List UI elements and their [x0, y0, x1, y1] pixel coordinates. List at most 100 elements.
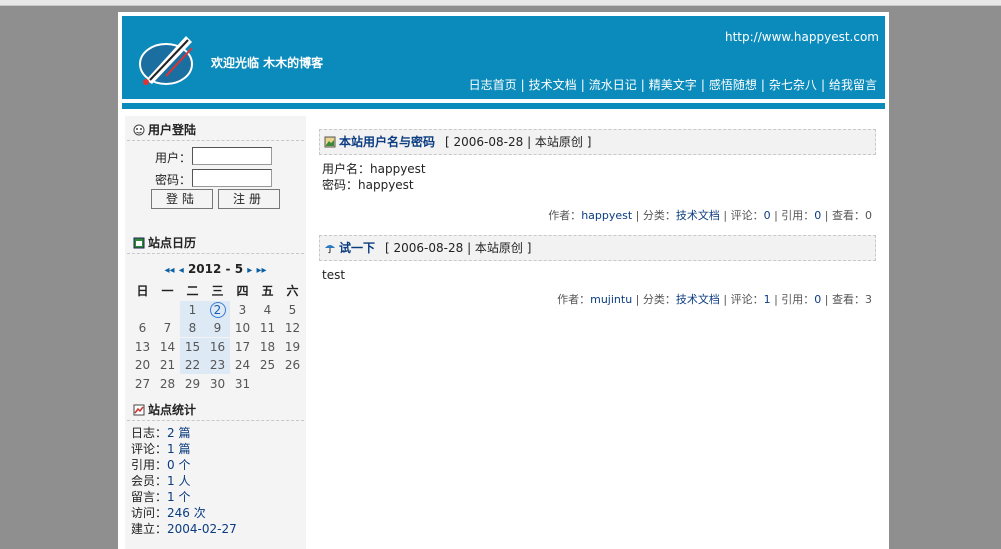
calendar-day: 11	[259, 321, 276, 335]
post-trackbacks-count[interactable]: 0	[814, 209, 821, 222]
username-input[interactable]	[192, 147, 272, 165]
weekday-header: 三	[211, 284, 224, 298]
post-category-link[interactable]: 技术文档	[676, 209, 720, 222]
login-title: 用户登陆	[127, 120, 304, 141]
stats-label: 留言：	[131, 490, 168, 504]
calendar-day: 3	[238, 302, 247, 317]
stats-item: 评论：1 篇	[131, 441, 306, 457]
calendar-day[interactable]: 1	[180, 300, 205, 319]
username-label: 用户：	[155, 151, 192, 165]
calendar-day[interactable]: 9	[205, 319, 230, 337]
post-footer: 作者：mujintu | 分类：技术文档 | 评论：1 | 引用：0 | 查看：…	[557, 293, 872, 306]
post-body: 用户名：happyest 密码：happyest	[319, 155, 876, 193]
post-author-link[interactable]: mujintu	[590, 293, 632, 306]
nav-diary[interactable]: 流水日记	[589, 78, 637, 92]
post: 本站用户名与密码 [ 2006-08-28 | 本站原创 ] 用户名：happyes…	[319, 129, 876, 223]
stats-item: 留言：1 个	[131, 489, 306, 505]
calendar-day: 4	[263, 302, 272, 317]
stats-label: 建立：	[131, 522, 168, 536]
next-month-button[interactable]: ▸	[247, 265, 252, 276]
post-title[interactable]: 试一下	[339, 241, 375, 255]
stats-item: 建立：2004-02-27	[131, 521, 306, 537]
calendar-day: 21	[159, 358, 176, 372]
stats-label: 会员：	[131, 474, 168, 488]
password-label: 密码：	[155, 173, 192, 187]
post-comments-count[interactable]: 1	[764, 293, 771, 306]
nav-home[interactable]: 日志首页	[469, 78, 517, 92]
post: 试一下 [ 2006-08-28 | 本站原创 ] test 作者：mujintu |…	[319, 235, 876, 307]
calendar-day[interactable]: 2	[205, 300, 230, 319]
post-comments-count[interactable]: 0	[764, 209, 771, 222]
nav-writings[interactable]: 精美文字	[649, 78, 697, 92]
image-post-icon	[324, 136, 336, 148]
stats-label: 引用：	[131, 458, 168, 472]
user-login-icon	[133, 124, 145, 136]
sidebar: 用户登陆 用户： 密码： 登陆 注册 站点日历 ◂◂ ◂ 2012 - 5 ▸ …	[125, 116, 306, 549]
site-url[interactable]: http://www.happyest.com	[725, 30, 879, 44]
quill-logo-icon	[139, 36, 193, 85]
post-list: 本站用户名与密码 [ 2006-08-28 | 本站原创 ] 用户名：happyes…	[319, 129, 876, 319]
stats-item: 会员：1 人	[131, 473, 306, 489]
calendar-day: 12	[284, 321, 301, 335]
prev-month-button[interactable]: ◂	[179, 265, 184, 276]
weekday-header: 一	[161, 284, 174, 298]
post-views-count: 0	[865, 209, 872, 222]
calendar-day[interactable]: 23	[205, 356, 230, 374]
next-year-button[interactable]: ▸▸	[256, 265, 266, 276]
post-author-link[interactable]: happyest	[581, 209, 632, 222]
post-footer: 作者：happyest | 分类：技术文档 | 评论：0 | 引用：0 | 查看…	[548, 209, 872, 222]
stats-value: 2004-02-27	[167, 522, 237, 536]
calendar-day: 25	[259, 358, 276, 372]
calendar-day: 19	[284, 339, 301, 354]
post-trackbacks-count[interactable]: 0	[814, 293, 821, 306]
browser-top-strip	[0, 0, 1001, 6]
comments-label: 评论：	[730, 209, 764, 222]
post-body-line: 密码：happyest	[322, 178, 414, 192]
stats-value: 246 次	[167, 506, 206, 520]
stats-label: 评论：	[131, 442, 168, 456]
weekday-header: 二	[186, 284, 199, 298]
calendar-day: 24	[234, 358, 251, 372]
nav-guestbook[interactable]: 给我留言	[829, 78, 877, 92]
calendar-day: 7	[163, 321, 172, 335]
calendar-icon	[133, 237, 145, 249]
calendar-day[interactable]: 15	[180, 337, 205, 356]
calendar-month-label: 2012 - 5	[187, 262, 244, 276]
calendar-day[interactable]: 8	[180, 319, 205, 337]
header: 欢迎光临 木木的博客 http://www.happyest.com 日志首页 |…	[122, 16, 885, 99]
nav-thoughts[interactable]: 感悟随想	[709, 78, 757, 92]
post-title[interactable]: 本站用户名与密码	[339, 135, 435, 149]
login-button[interactable]: 登陆	[151, 189, 213, 209]
welcome-text: 欢迎光临 木木的博客	[211, 56, 324, 70]
stats-value: 2 篇	[167, 426, 191, 440]
calendar-day[interactable]: 22	[180, 356, 205, 374]
calendar-day: 17	[234, 339, 251, 354]
stats-title: 站点统计	[127, 400, 304, 421]
calendar-day: 5	[288, 302, 297, 317]
prev-year-button[interactable]: ◂◂	[165, 265, 175, 276]
post-body: test	[319, 261, 876, 283]
calendar-title: 站点日历	[127, 233, 304, 254]
stats-label: 日志：	[131, 426, 168, 440]
stats-value: 1 个	[167, 490, 191, 504]
calendar-day: 20	[134, 358, 151, 372]
post-body-line: test	[322, 268, 346, 282]
register-button[interactable]: 注册	[218, 189, 280, 209]
password-input[interactable]	[192, 169, 272, 187]
views-label: 查看：	[832, 209, 865, 222]
nav-misc[interactable]: 杂七杂八	[769, 78, 817, 92]
post-body-line: 用户名：happyest	[322, 162, 426, 176]
header-divider	[122, 103, 885, 109]
trackbacks-label: 引用：	[781, 293, 815, 306]
calendar-day[interactable]: 16	[205, 337, 230, 356]
post-views-count: 3	[865, 293, 872, 306]
post-category-link[interactable]: 技术文档	[676, 293, 720, 306]
nav-tech-docs[interactable]: 技术文档	[529, 78, 577, 92]
weekday-header: 五	[261, 284, 274, 298]
calendar-day: 14	[159, 339, 176, 354]
views-label: 查看：	[832, 293, 865, 306]
stats-value: 1 人	[167, 474, 191, 488]
stats-value: 1 篇	[167, 442, 191, 456]
author-label: 作者：	[548, 209, 582, 222]
weekday-header: 六	[286, 284, 299, 298]
